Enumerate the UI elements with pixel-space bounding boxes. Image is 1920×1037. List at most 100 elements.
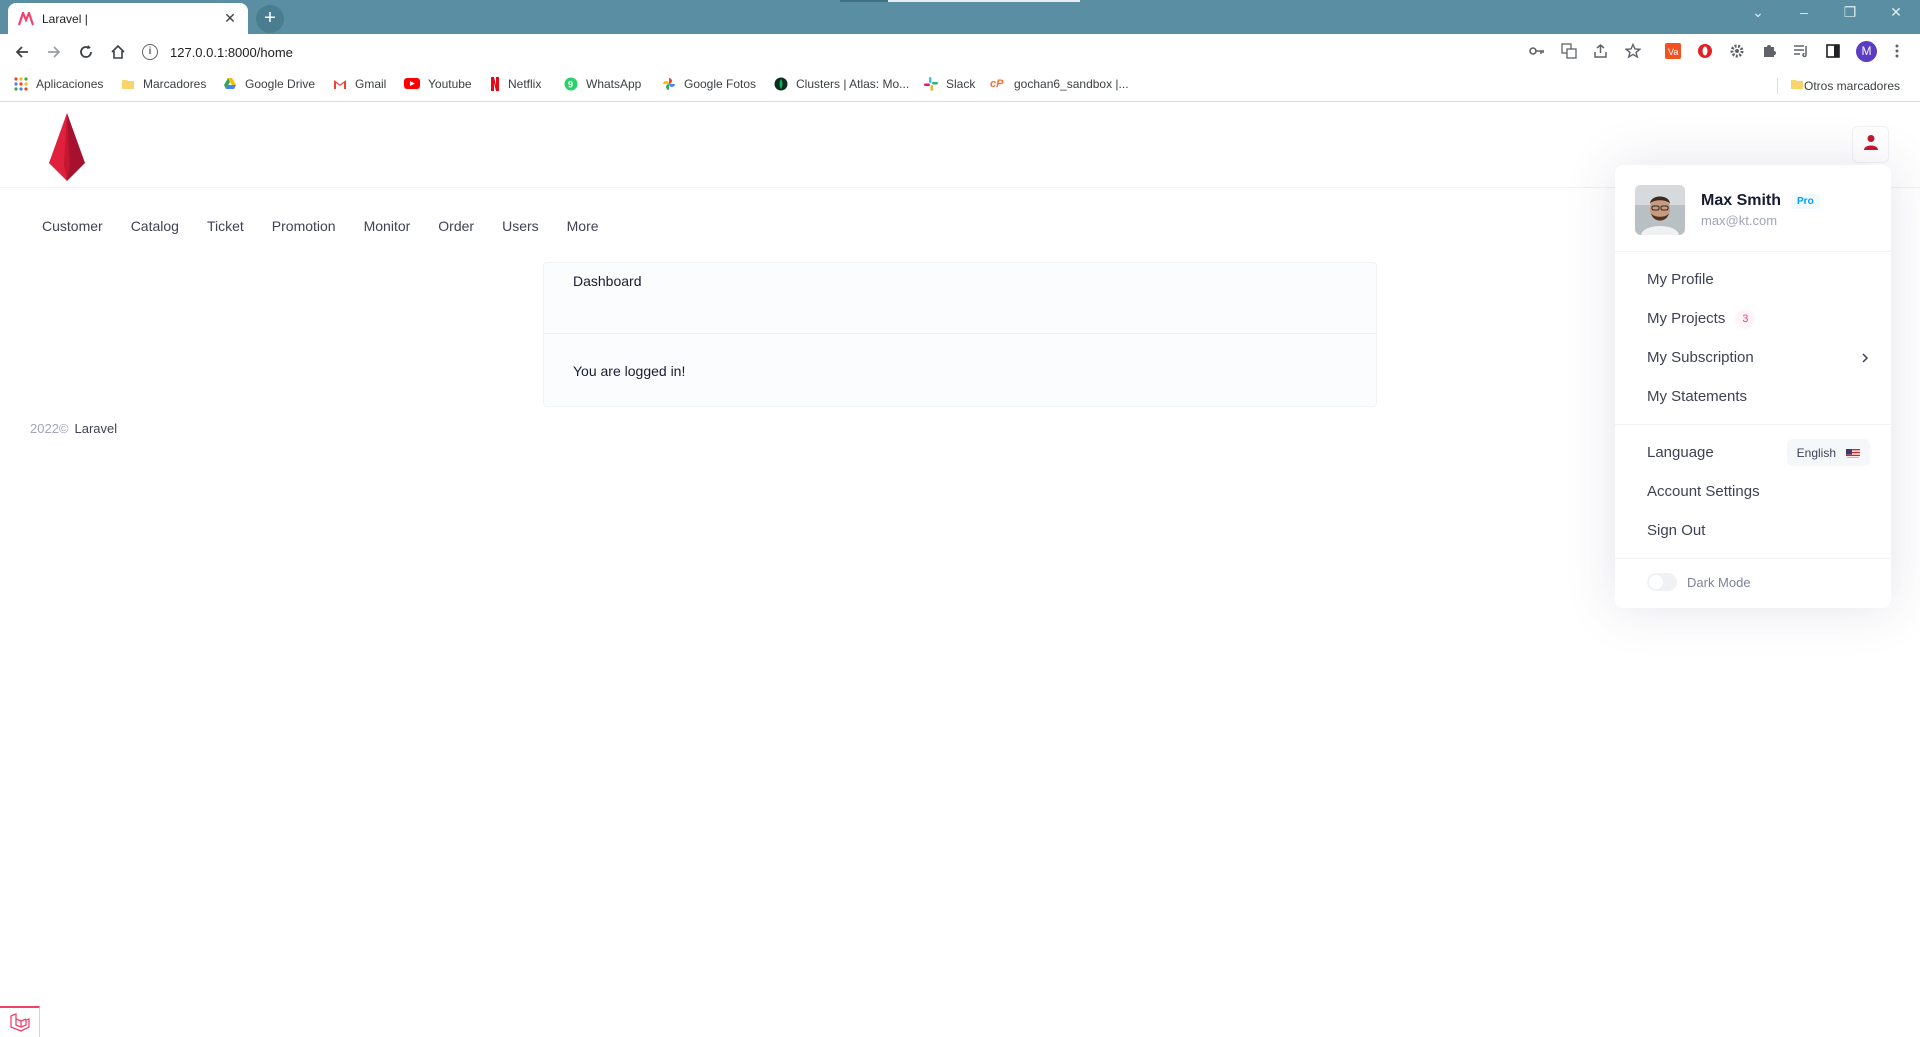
nav-item-promotion[interactable]: Promotion <box>272 214 336 238</box>
tab-close-icon[interactable]: ✕ <box>222 10 238 27</box>
bookmark-whatsapp[interactable]: 9 WhatsApp <box>564 77 641 91</box>
language-selector[interactable]: English <box>1786 439 1870 466</box>
projects-count-badge: 3 <box>1735 308 1756 329</box>
card-body: You are logged in! <box>573 363 686 379</box>
bookmark-otros-marcadores[interactable]: Otros marcadores <box>1790 77 1900 94</box>
user-email[interactable]: max@kt.com <box>1701 213 1820 228</box>
menu-item-my-projects[interactable]: My Projects 3 <box>1615 299 1891 338</box>
forward-icon[interactable] <box>42 41 66 63</box>
bookmark-aplicaciones[interactable]: Aplicaciones <box>14 77 103 91</box>
menu-item-language[interactable]: Language English <box>1615 433 1891 472</box>
slack-icon <box>924 77 938 91</box>
footer: 2022© Laravel <box>30 421 117 436</box>
url-text[interactable]: 127.0.0.1:8000/home <box>170 45 293 60</box>
dark-mode-row: Dark Mode <box>1615 559 1891 605</box>
folder-icon <box>1790 77 1804 94</box>
reload-icon[interactable] <box>74 41 98 63</box>
google-photos-icon <box>662 77 676 91</box>
bookmark-label: Gmail <box>355 77 387 91</box>
user-name: Max Smith <box>1701 192 1782 209</box>
close-window-icon[interactable]: ✕ <box>1876 4 1916 21</box>
menu-item-label: Account Settings <box>1647 483 1760 500</box>
laravel-logo[interactable] <box>48 113 86 181</box>
main-nav: Customer Catalog Ticket Promotion Monito… <box>28 214 613 238</box>
menu-item-my-subscription[interactable]: My Subscription <box>1615 338 1891 377</box>
svg-text:Va: Va <box>1668 47 1678 57</box>
nav-item-order[interactable]: Order <box>438 214 474 238</box>
apps-grid-icon <box>14 77 28 91</box>
postman-icon: cP <box>990 77 1006 91</box>
browser-profile-avatar[interactable]: M <box>1856 41 1877 62</box>
home-icon[interactable] <box>106 41 130 63</box>
bookmark-netflix[interactable]: Netflix <box>490 77 541 91</box>
nav-item-users[interactable]: Users <box>502 214 539 238</box>
tab-title: Laravel | <box>42 11 88 26</box>
bookmark-google-fotos[interactable]: Google Fotos <box>662 77 756 91</box>
user-icon <box>1863 134 1878 155</box>
translate-icon[interactable] <box>1560 42 1578 60</box>
dropdown-section-settings: Language English Account Settings Sign O… <box>1615 425 1891 559</box>
menu-item-label: My Statements <box>1647 388 1748 405</box>
browser-menu-icon[interactable] <box>1888 42 1906 60</box>
key-icon[interactable] <box>1528 42 1546 60</box>
bookmark-label: Marcadores <box>143 77 207 91</box>
nav-item-customer[interactable]: Customer <box>42 214 103 238</box>
restore-icon[interactable]: ❐ <box>1830 4 1870 21</box>
dark-mode-toggle[interactable] <box>1647 573 1677 591</box>
reading-list-icon[interactable] <box>1792 42 1810 60</box>
bookmark-label: gochan6_sandbox |... <box>1014 77 1129 91</box>
bookmark-postman-sandbox[interactable]: cP gochan6_sandbox |... <box>990 77 1129 91</box>
footer-brand-link[interactable]: Laravel <box>75 421 118 436</box>
bookmark-google-drive[interactable]: Google Drive <box>223 77 315 91</box>
us-flag-icon <box>1846 448 1860 458</box>
settings-extension-icon[interactable] <box>1728 42 1746 60</box>
svg-text:cP: cP <box>990 78 1004 89</box>
opera-extension-icon[interactable] <box>1696 42 1714 60</box>
tab-search-icon[interactable]: ⌄ <box>1738 4 1778 21</box>
bookmark-gmail[interactable]: Gmail <box>333 77 386 91</box>
extensions-puzzle-icon[interactable] <box>1760 42 1778 60</box>
menu-item-account-settings[interactable]: Account Settings <box>1615 472 1891 511</box>
user-dropdown-menu: Max Smith Pro max@kt.com My Profile My P… <box>1615 165 1891 608</box>
language-value: English <box>1796 445 1836 460</box>
side-panel-icon[interactable] <box>1824 42 1842 60</box>
bookmark-youtube[interactable]: Youtube <box>404 77 472 91</box>
bookmark-label: Clusters | Atlas: Mo... <box>796 77 910 91</box>
nav-item-more[interactable]: More <box>567 214 599 238</box>
nav-item-catalog[interactable]: Catalog <box>131 214 179 238</box>
address-bar[interactable]: i 127.0.0.1:8000/home <box>142 38 1612 66</box>
browser-tab[interactable]: Laravel | ✕ <box>8 3 248 34</box>
svg-text:9: 9 <box>568 80 573 90</box>
bookmarks-bar: Aplicaciones Marcadores Google Drive Gma… <box>0 70 1920 102</box>
dark-mode-label: Dark Mode <box>1687 574 1751 590</box>
menu-item-label: My Profile <box>1647 271 1714 288</box>
nav-item-monitor[interactable]: Monitor <box>364 214 411 238</box>
menu-item-my-profile[interactable]: My Profile <box>1615 260 1891 299</box>
bookmark-star-icon[interactable] <box>1624 42 1642 60</box>
vuejs-extension-icon[interactable]: Va <box>1664 42 1682 60</box>
bookmark-label: Otros marcadores <box>1804 78 1901 93</box>
bookmark-label: Google Drive <box>245 77 316 91</box>
bookmark-marcadores[interactable]: Marcadores <box>121 77 206 91</box>
whatsapp-icon: 9 <box>564 77 578 91</box>
card-header: Dashboard <box>544 263 1376 334</box>
share-icon[interactable] <box>1592 42 1610 60</box>
new-tab-button[interactable]: + <box>256 5 284 33</box>
user-menu-button[interactable] <box>1852 126 1889 163</box>
nav-item-ticket[interactable]: Ticket <box>207 214 244 238</box>
debugbar-laravel-icon[interactable] <box>0 1006 40 1037</box>
site-info-icon[interactable]: i <box>142 44 158 60</box>
google-drive-icon <box>223 77 237 91</box>
menu-item-sign-out[interactable]: Sign Out <box>1615 511 1891 550</box>
tabstrip-divider-light <box>888 0 1080 2</box>
gmail-icon <box>333 77 347 91</box>
laravel-favicon-icon <box>18 11 34 27</box>
bookmark-mongodb-atlas[interactable]: Clusters | Atlas: Mo... <box>774 77 909 91</box>
avatar <box>1635 185 1685 235</box>
minimize-icon[interactable]: – <box>1784 4 1824 20</box>
footer-year: 2022© <box>30 421 69 436</box>
back-icon[interactable] <box>10 41 34 63</box>
menu-item-my-statements[interactable]: My Statements <box>1615 377 1891 416</box>
dashboard-card: Dashboard You are logged in! <box>543 262 1377 407</box>
bookmark-slack[interactable]: Slack <box>924 77 975 91</box>
